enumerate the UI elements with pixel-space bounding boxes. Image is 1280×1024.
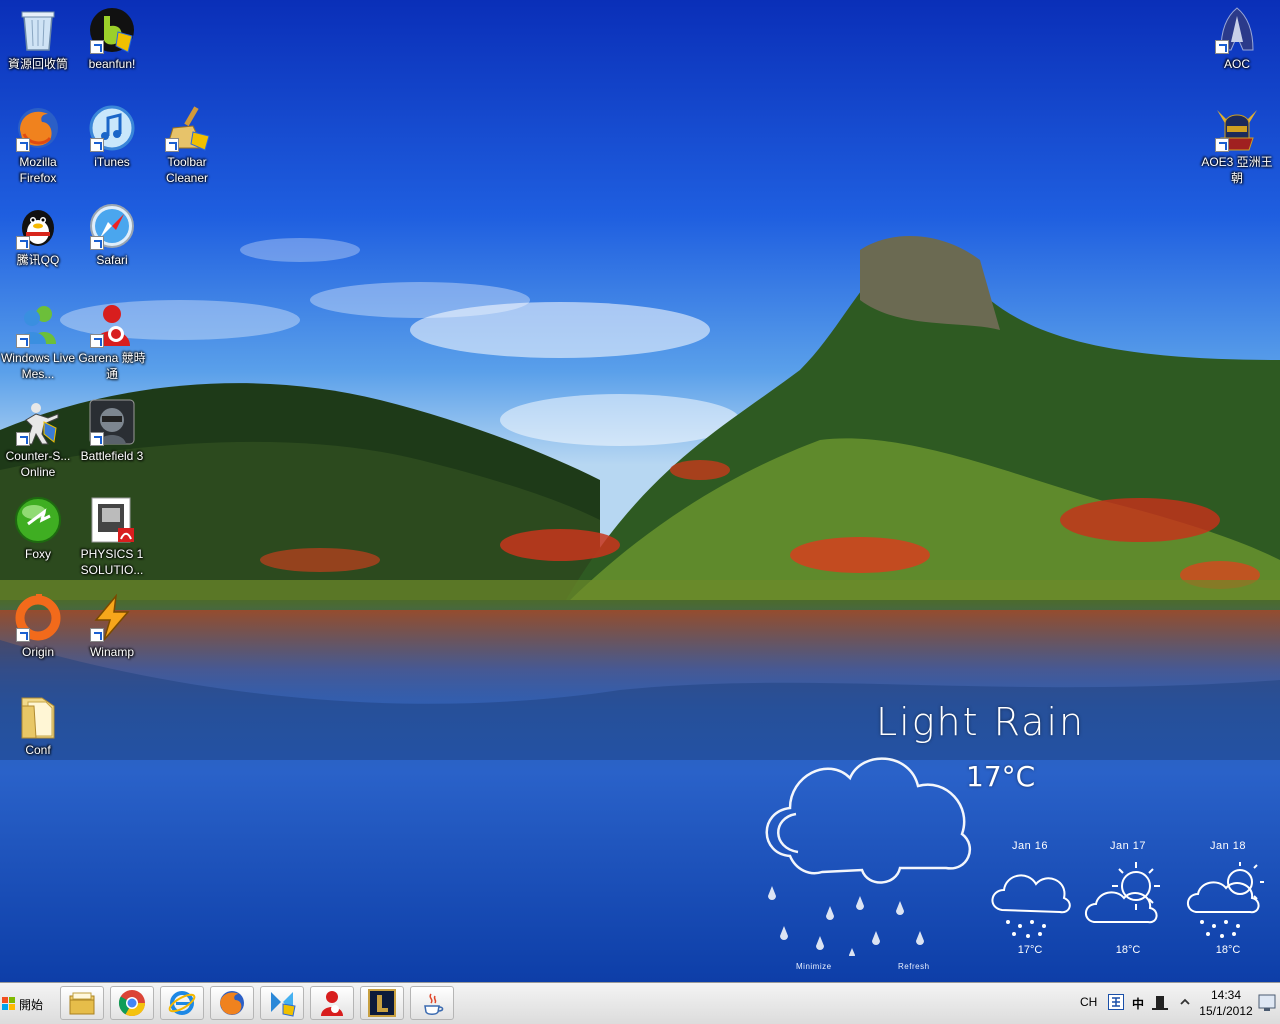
- desktop-icon-counter-strike[interactable]: Counter-S... Online: [0, 392, 76, 480]
- forecast-temp: 18°C: [1215, 944, 1241, 956]
- desktop-icon-label: beanfun!: [88, 57, 136, 71]
- chrome-icon: [118, 990, 146, 1017]
- desktop-icon-conf-folder[interactable]: Conf: [0, 686, 76, 758]
- desktop-icon-toolbar-cleaner[interactable]: Toolbar Cleaner: [149, 98, 225, 186]
- weather-minimize-button[interactable]: Minimize: [796, 962, 832, 971]
- desktop-icon-itunes[interactable]: iTunes: [74, 98, 150, 170]
- ime-mode-indicator[interactable]: 中: [1132, 995, 1144, 1012]
- taskbar-internet-explorer[interactable]: [160, 986, 204, 1020]
- desktop-icon-winamp[interactable]: Winamp: [74, 588, 150, 660]
- desktop-icon-label: AOC: [1223, 57, 1250, 71]
- desktop-icon-label: Windows Live Mes...: [0, 351, 76, 381]
- desktop-icon-label: Safari: [96, 253, 128, 267]
- forecast-date: Jan 16: [1011, 840, 1049, 852]
- desktop-icon-label: Toolbar Cleaner: [165, 155, 209, 185]
- rain-cloud-icon: [991, 874, 1071, 938]
- foxy-icon: [15, 497, 61, 543]
- desktop-icon-label: Garena 競時通: [78, 351, 146, 381]
- taskbar-league-of-legends[interactable]: [360, 986, 404, 1020]
- desktop-icon-garena[interactable]: Garena 競時通: [74, 294, 150, 382]
- desktop-icon-aoe3[interactable]: AOE3 亞洲王朝: [1199, 98, 1275, 186]
- desktop-icon-label: Conf: [25, 743, 51, 757]
- desktop-icon-label: Counter-S... Online: [5, 449, 71, 479]
- ime-speed-icon[interactable]: [1108, 994, 1124, 1010]
- java-icon: [424, 993, 444, 1015]
- clock-date: 15/1/2012: [1199, 1004, 1253, 1018]
- league-of-legends-icon: [368, 989, 396, 1017]
- desktop-icon-label: Mozilla Firefox: [19, 155, 57, 185]
- internet-explorer-icon: [168, 991, 196, 1015]
- start-label: 開始: [19, 997, 44, 1012]
- forecast-day-1: Jan 16 17°C: [982, 840, 1078, 956]
- desktop-icon-safari[interactable]: Safari: [74, 196, 150, 268]
- forecast-day-3: Jan 18 18°C: [1180, 840, 1276, 956]
- system-clock[interactable]: 14:34 15/1/2012: [1196, 987, 1256, 1019]
- desktop-icon-physics-pdf[interactable]: PHYSICS 1 SOLUTIO...: [74, 490, 150, 578]
- desktop-icon-label: AOE3 亞洲王朝: [1201, 155, 1273, 185]
- pdf-icon: [91, 497, 134, 543]
- desktop-icon-label: 資源回收筒: [7, 57, 68, 71]
- weather-refresh-button[interactable]: Refresh: [898, 962, 930, 971]
- forecast-date: Jan 18: [1209, 840, 1247, 852]
- garena-icon: [321, 991, 343, 1016]
- desktop-icon-battlefield3[interactable]: Battlefield 3: [74, 392, 150, 464]
- weather-temperature: 17°C: [966, 760, 1036, 793]
- taskbar-chrome[interactable]: [110, 986, 154, 1020]
- taskbar-firefox[interactable]: [210, 986, 254, 1020]
- desktop-icon-label: Winamp: [89, 645, 134, 659]
- desktop-icon-qq[interactable]: 騰讯QQ: [0, 196, 76, 268]
- desktop-icon-label: PHYSICS 1 SOLUTIO...: [80, 547, 144, 577]
- sun-rain-cloud-icon: [1187, 862, 1264, 938]
- folder-icon: [21, 697, 55, 739]
- clock-time: 14:34: [1210, 988, 1242, 1002]
- forecast-date: Jan 17: [1109, 840, 1147, 852]
- forecast-temp: 17°C: [1017, 944, 1043, 956]
- forecast-day-2: Jan 17 18°C: [1080, 840, 1176, 956]
- start-button[interactable]: 開始: [2, 993, 43, 1015]
- desktop-icon-label: iTunes: [94, 155, 130, 169]
- windows-flag-icon: [2, 997, 15, 1010]
- taskbar-app-blue[interactable]: [260, 986, 304, 1020]
- desktop-icon-label: Foxy: [24, 547, 51, 561]
- desktop-icon-beanfun[interactable]: beanfun!: [74, 0, 150, 72]
- forecast-temp: 18°C: [1115, 944, 1141, 956]
- app-blue-icon: [271, 992, 296, 1017]
- recycle-bin-icon: [21, 11, 55, 51]
- desktop-icon-label: Battlefield 3: [80, 449, 144, 463]
- desktop-icon-origin[interactable]: Origin: [0, 588, 76, 660]
- desktop-icon-firefox[interactable]: Mozilla Firefox: [0, 98, 76, 186]
- sun-cloud-icon: [1085, 862, 1160, 924]
- desktop-icon-aoc[interactable]: AOC: [1199, 0, 1275, 72]
- full-half-width-icon[interactable]: [1152, 994, 1168, 1010]
- desktop-icon-recycle-bin[interactable]: 資源回收筒: [0, 0, 76, 72]
- desktop-icon-label: Origin: [21, 645, 54, 659]
- taskbar-garena[interactable]: [310, 986, 354, 1020]
- taskbar-explorer[interactable]: [60, 986, 104, 1020]
- taskbar-java[interactable]: [410, 986, 454, 1020]
- explorer-folder-icon: [69, 992, 95, 1015]
- weather-gadget: Light Rain 17°C Jan 16 17°C Jan 17 18°C …: [740, 690, 1280, 982]
- language-indicator[interactable]: CH: [1080, 995, 1097, 1009]
- weather-condition: Light Rain: [876, 700, 1086, 744]
- desktop-icon-foxy[interactable]: Foxy: [0, 490, 76, 562]
- show-hidden-icons-icon[interactable]: [1180, 997, 1190, 1007]
- taskbar: 開始 CH 中 14:34 15/1/2012: [0, 982, 1280, 1024]
- firefox-icon: [220, 991, 244, 1015]
- desktop-icon-windows-live-messenger[interactable]: Windows Live Mes...: [0, 294, 76, 382]
- rain-cloud-icon: [765, 757, 972, 956]
- show-desktop-icon[interactable]: [1258, 993, 1276, 1013]
- desktop-icon-label: 騰讯QQ: [16, 253, 60, 267]
